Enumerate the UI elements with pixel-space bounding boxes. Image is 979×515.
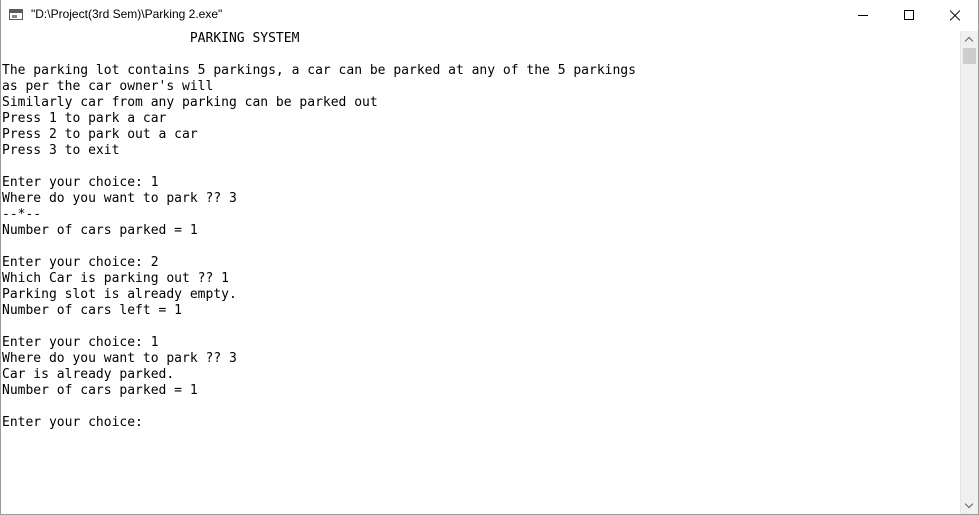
console-line: Enter your choice: 2 [2,255,159,270]
console-line: Press 2 to park out a car [2,127,198,142]
console-line: Press 1 to park a car [2,111,167,126]
scroll-thumb[interactable] [963,48,976,64]
console-line: Where do you want to park ?? 3 [2,351,237,366]
minimize-button[interactable] [840,0,886,30]
console-line: Enter your choice: 1 [2,175,159,190]
console-line: Number of cars parked = 1 [2,223,198,238]
console-line: Where do you want to park ?? 3 [2,191,237,206]
console-output-area[interactable]: PARKING SYSTEM The parking lot contains … [1,31,960,514]
scroll-up-icon[interactable] [961,31,978,48]
maximize-button[interactable] [886,0,932,30]
console-window: "D:\Project(3rd Sem)\Parking 2.exe" PARK… [0,0,979,515]
console-line: Similarly car from any parking can be pa… [2,95,378,110]
title-bar[interactable]: "D:\Project(3rd Sem)\Parking 2.exe" [1,0,978,31]
vertical-scrollbar[interactable] [960,31,978,514]
console-line: as per the car owner's will [2,79,214,94]
scroll-down-icon[interactable] [961,497,978,514]
window-title: "D:\Project(3rd Sem)\Parking 2.exe" [31,7,223,21]
console-line: Number of cars parked = 1 [2,383,198,398]
console-line: Which Car is parking out ?? 1 [2,271,229,286]
close-button[interactable] [932,0,978,30]
console-line: Parking slot is already empty. [2,287,237,302]
console-line: PARKING SYSTEM [2,31,300,46]
console-lines: PARKING SYSTEM The parking lot contains … [2,31,636,431]
console-prompt-line[interactable]: Enter your choice: [2,415,636,431]
console-line: Car is already parked. [2,367,175,382]
console-line: Number of cars left = 1 [2,303,183,318]
console-line: --*-- [2,207,42,222]
console-app-icon[interactable] [9,9,23,20]
console-line: Enter your choice: 1 [2,335,159,350]
console-line: The parking lot contains 5 parkings, a c… [2,63,636,78]
console-line: Press 3 to exit [2,143,120,158]
